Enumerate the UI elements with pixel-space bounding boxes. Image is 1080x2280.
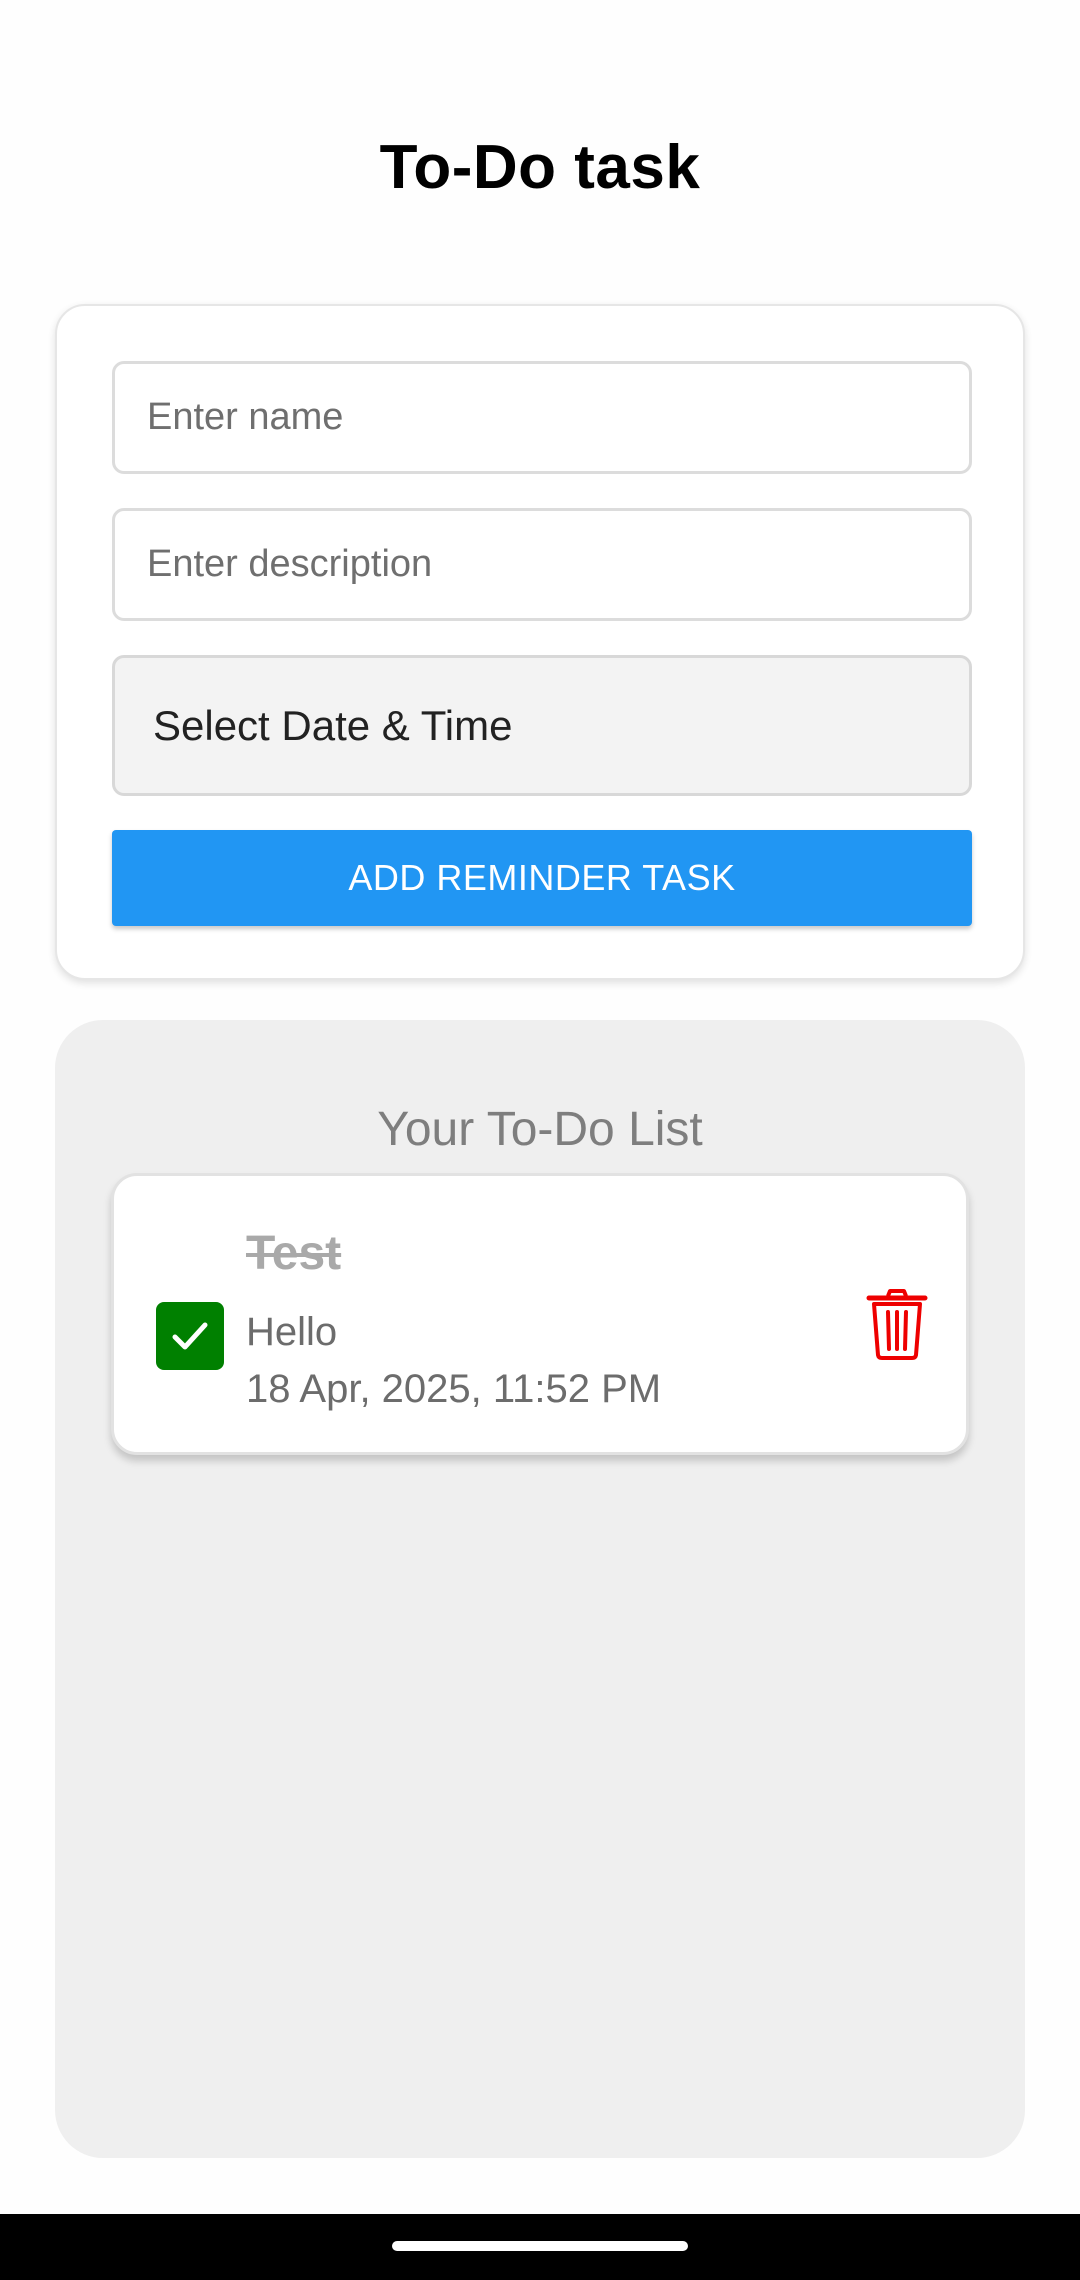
task-datetime: 18 Apr, 2025, 11:52 PM — [246, 1367, 662, 1411]
task-completed-checkbox[interactable] — [156, 1302, 224, 1370]
page-title: To-Do task — [379, 133, 701, 202]
todo-list-heading: Your To-Do List — [377, 1103, 703, 1156]
checkmark-icon — [172, 1322, 208, 1350]
todo-list-panel: Your To-Do List Test Hello 18 Apr, 2025,… — [55, 1020, 1025, 2158]
add-reminder-task-button[interactable]: ADD REMINDER TASK — [112, 830, 972, 926]
task-name: Test — [246, 1227, 342, 1280]
delete-task-button[interactable] — [866, 1288, 928, 1360]
trash-icon — [866, 1289, 928, 1360]
select-datetime-button[interactable]: Select Date & Time — [112, 655, 972, 796]
task-form-card: Select Date & Time ADD REMINDER TASK — [55, 304, 1025, 980]
task-item: Test Hello 18 Apr, 2025, 11:52 PM — [111, 1173, 969, 1455]
home-indicator[interactable] — [392, 2241, 688, 2251]
name-input[interactable] — [112, 361, 972, 474]
system-navigation-bar — [0, 2214, 1080, 2280]
description-input[interactable] — [112, 508, 972, 621]
task-description: Hello — [246, 1310, 338, 1354]
